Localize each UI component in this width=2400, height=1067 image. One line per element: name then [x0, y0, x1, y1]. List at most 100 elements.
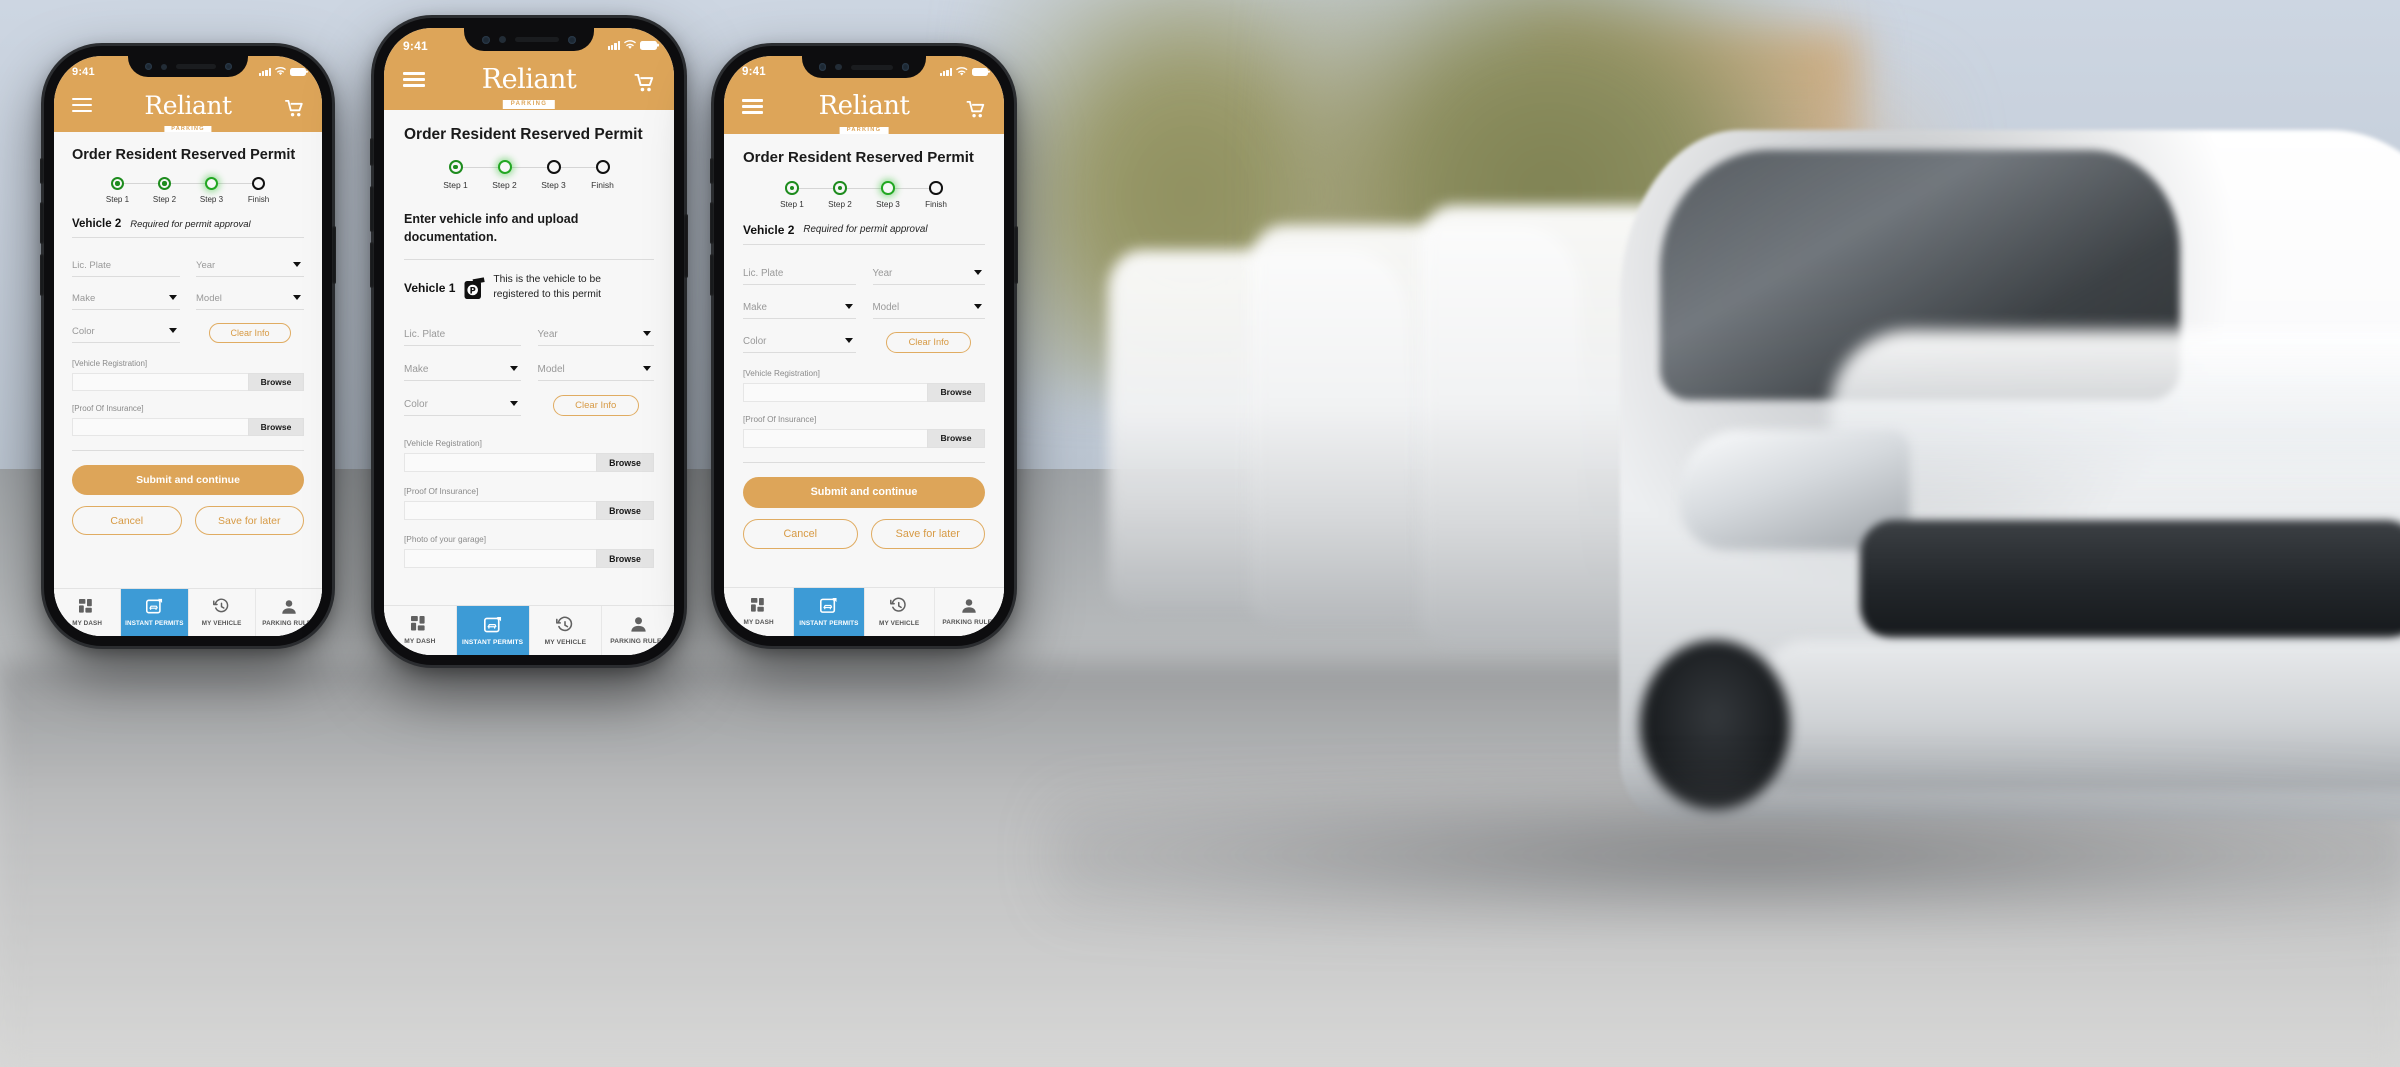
save-for-later-button[interactable]: Save for later	[194, 506, 304, 535]
nav-label: INSTANT PERMITS	[462, 638, 524, 646]
instant-permit-car-icon	[145, 598, 163, 615]
make-field[interactable]: Make	[404, 357, 521, 382]
stepper-label-1: Step 1	[443, 180, 468, 190]
page-title: Order Resident Reserved Permit	[72, 147, 296, 163]
nav-item-parking-rules[interactable]: PARKING RULES	[934, 588, 1004, 636]
background-photo	[0, 0, 2400, 1067]
stepper-step-2[interactable]: Step 2	[141, 177, 212, 204]
submit-and-continue-button[interactable]: Submit and continue	[743, 476, 985, 508]
upload-filename-input[interactable]	[743, 428, 927, 448]
phone-right-power-button[interactable]	[1014, 226, 1018, 284]
phone-center-volume-up-button[interactable]	[370, 186, 374, 232]
phone-right-volume-up-button[interactable]	[710, 202, 714, 244]
clear-info-button[interactable]: Clear Info	[886, 331, 972, 353]
upload-filename-input[interactable]	[72, 373, 248, 391]
year-field[interactable]: Year	[537, 322, 654, 347]
browse-button[interactable]: Browse	[927, 428, 985, 448]
stepper-step-3[interactable]: Step 3	[188, 177, 259, 204]
make-field[interactable]: Make	[72, 287, 180, 310]
stepper-step-1[interactable]: Step 1	[94, 177, 165, 204]
background-shadow	[1050, 790, 2400, 920]
stepper-step-1[interactable]: Step 1	[431, 160, 505, 190]
upload-filename-input[interactable]	[743, 382, 927, 402]
nav-item-my-vehicle[interactable]: MY VEHICLE	[188, 589, 256, 636]
upload-proof-of-insurance: [Proof Of Insurance] Browse	[404, 486, 654, 521]
nav-item-my-dash[interactable]: MY DASH	[54, 589, 122, 636]
stepper-step-1[interactable]: Step 1	[768, 181, 840, 209]
phone-center-volume-down-button[interactable]	[370, 242, 374, 288]
vehicle-section-header: Vehicle 2 Required for permit approval	[743, 223, 985, 237]
hamburger-menu-button[interactable]	[403, 72, 425, 87]
stepper-dot-3	[881, 181, 895, 195]
stepper-step-2[interactable]: Step 2	[816, 181, 888, 209]
nav-label: MY DASH	[72, 619, 103, 627]
upload-filename-input[interactable]	[404, 501, 596, 521]
phone-center-mute-button[interactable]	[370, 138, 374, 166]
lic-plate-field[interactable]: Lic. Plate	[404, 322, 521, 347]
cancel-button[interactable]: Cancel	[72, 506, 182, 535]
year-field[interactable]: Year	[196, 254, 304, 277]
model-field[interactable]: Model	[537, 357, 654, 382]
signal-icon	[939, 67, 952, 76]
phone-right-volume-down-button[interactable]	[710, 254, 714, 296]
nav-item-my-vehicle[interactable]: MY VEHICLE	[864, 588, 935, 636]
vehicle-note: This is the vehicle to be registered to …	[493, 273, 601, 303]
stepper-step-3[interactable]: Step 3	[529, 160, 603, 190]
nav-item-instant-permits[interactable]: INSTANT PERMITS	[456, 606, 530, 655]
shopping-cart-button[interactable]	[285, 100, 304, 117]
nav-item-parking-rules[interactable]: PARKING RULES	[602, 606, 674, 655]
stepper-label-3: Step 3	[199, 195, 224, 204]
upload-filename-input[interactable]	[404, 549, 596, 569]
nav-item-instant-permits[interactable]: INSTANT PERMITS	[794, 588, 865, 636]
hamburger-menu-button[interactable]	[742, 99, 763, 114]
phone-left-mute-button[interactable]	[40, 158, 44, 184]
shopping-cart-button[interactable]	[634, 74, 655, 92]
chevron-down-icon	[509, 366, 518, 372]
phone-right-mute-button[interactable]	[710, 158, 714, 184]
lic-plate-field[interactable]: Lic. Plate	[743, 261, 856, 285]
nav-item-my-vehicle[interactable]: MY VEHICLE	[529, 606, 603, 655]
phone-left-volume-up-button[interactable]	[40, 202, 44, 244]
nav-item-my-dash[interactable]: MY DASH	[384, 606, 457, 655]
make-field[interactable]: Make	[743, 295, 856, 319]
clear-info-button[interactable]: Clear Info	[209, 323, 291, 343]
nav-label: INSTANT PERMITS	[125, 620, 184, 627]
browse-button[interactable]: Browse	[248, 418, 304, 436]
phone-left-volume-down-button[interactable]	[40, 254, 44, 296]
clear-info-button[interactable]: Clear Info	[552, 395, 639, 417]
brand-logo-name: Reliant	[481, 64, 577, 95]
nav-item-instant-permits[interactable]: INSTANT PERMITS	[121, 589, 189, 636]
upload-filename-input[interactable]	[404, 453, 596, 473]
brand-logo: Reliant PARKING	[481, 64, 577, 109]
stepper-step-3[interactable]: Step 3	[864, 181, 936, 209]
stepper-step-finish[interactable]: Finish	[578, 160, 627, 190]
model-field[interactable]: Model	[872, 295, 985, 319]
color-field[interactable]: Color	[743, 329, 856, 353]
browse-button[interactable]: Browse	[596, 501, 654, 521]
color-field[interactable]: Color	[72, 320, 180, 343]
cancel-button[interactable]: Cancel	[743, 518, 858, 549]
phone-center-power-button[interactable]	[684, 214, 688, 278]
submit-and-continue-button[interactable]: Submit and continue	[72, 465, 304, 495]
chevron-down-icon	[974, 303, 982, 309]
save-for-later-button[interactable]: Save for later	[870, 518, 985, 549]
browse-button[interactable]: Browse	[927, 382, 985, 402]
browse-button[interactable]: Browse	[248, 373, 304, 391]
hamburger-menu-button[interactable]	[72, 98, 92, 112]
stepper-step-finish[interactable]: Finish	[912, 181, 960, 209]
nav-item-parking-rules[interactable]: PARKING RULES	[255, 589, 322, 636]
model-field[interactable]: Model	[196, 287, 304, 310]
shopping-cart-button[interactable]	[966, 101, 986, 118]
color-field[interactable]: Color	[404, 392, 521, 417]
nav-item-my-dash[interactable]: MY DASH	[724, 588, 795, 636]
phone-left-power-button[interactable]	[332, 226, 336, 284]
year-field[interactable]: Year	[872, 261, 985, 285]
browse-button[interactable]: Browse	[596, 453, 654, 473]
stepper-step-2[interactable]: Step 2	[480, 160, 554, 190]
stepper-label-2: Step 2	[492, 180, 517, 190]
browse-button[interactable]: Browse	[596, 549, 654, 569]
stepper-step-finish[interactable]: Finish	[235, 177, 282, 204]
upload-filename-input[interactable]	[72, 418, 248, 436]
vehicle-subtitle: Required for permit approval	[803, 224, 928, 235]
lic-plate-field[interactable]: Lic. Plate	[72, 254, 180, 277]
